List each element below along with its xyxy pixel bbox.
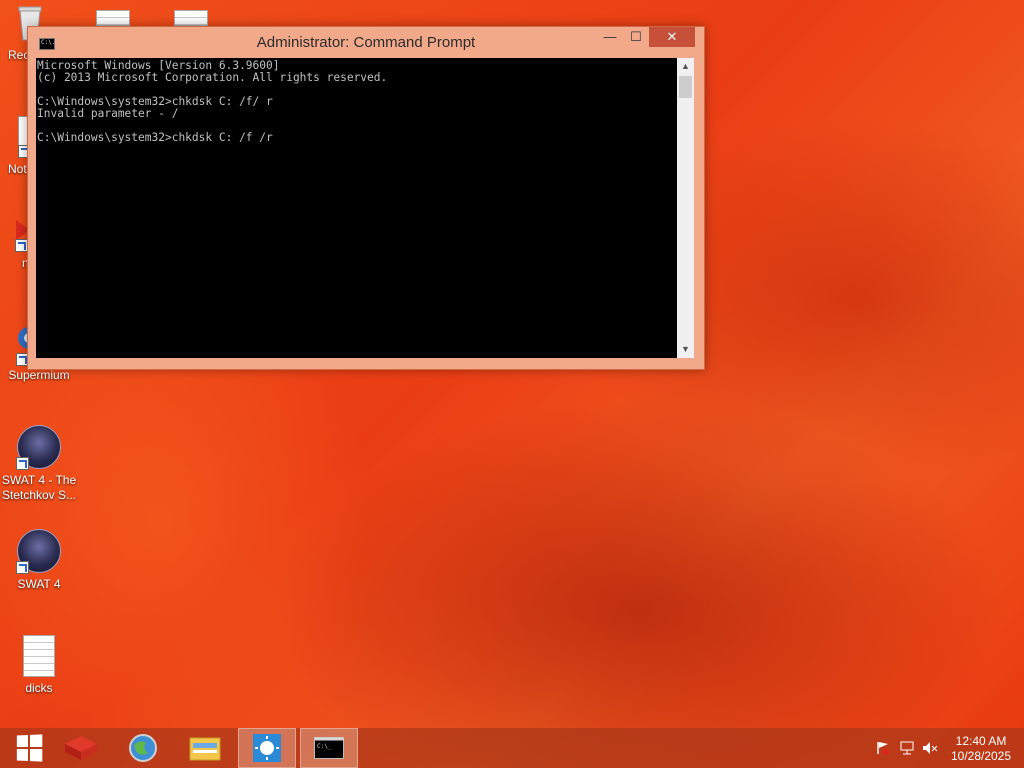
svg-text:C:\_: C:\_: [317, 743, 332, 750]
scrollbar-thumb[interactable]: [679, 76, 692, 98]
close-button[interactable]: ✕: [649, 27, 695, 47]
taskbar-browser[interactable]: [114, 728, 172, 768]
console-line: (c) 2013 Microsoft Corporation. All righ…: [37, 71, 388, 84]
taskbar-file-explorer[interactable]: [176, 728, 234, 768]
scroll-up-chevron-icon[interactable]: ▲: [677, 58, 694, 75]
volume-muted-icon[interactable]: [922, 741, 938, 755]
scroll-down-chevron-icon[interactable]: ▼: [677, 341, 694, 358]
file-icon: [174, 10, 208, 26]
swat4-game-icon: [16, 529, 61, 574]
action-center-flag-icon[interactable]: [876, 741, 890, 755]
console-text: Microsoft Windows [Version 6.3.9600] (c)…: [36, 58, 677, 146]
taskbar-app-red[interactable]: [52, 728, 110, 768]
file-icon: [96, 10, 130, 26]
desktop-icon-label: SWAT 4 - The Stetchkov S...: [1, 473, 77, 502]
command-prompt-window[interactable]: C:\. Administrator: Command Prompt — ☐ ✕…: [27, 26, 705, 370]
swat4-game-icon: [16, 425, 61, 470]
folder-icon: [189, 737, 221, 761]
network-icon[interactable]: [900, 741, 914, 755]
desktop-icon-swat4-stetchkov[interactable]: SWAT 4 - The Stetchkov S...: [1, 425, 77, 503]
desktop-icon-file-top-2[interactable]: [174, 10, 214, 26]
taskbar: C:\_ 12:40 AM 10/28/2025: [0, 728, 1024, 768]
taskbar-command-prompt[interactable]: C:\_: [300, 728, 358, 768]
desktop-icon-label: Supermium: [8, 368, 70, 382]
console-output[interactable]: Microsoft Windows [Version 6.3.9600] (c)…: [36, 58, 677, 358]
windows-logo-icon: [16, 734, 43, 762]
console-line: Invalid parameter - /: [37, 107, 179, 120]
shortcut-arrow-icon: [16, 561, 29, 574]
desktop-icon-label: dicks: [25, 681, 53, 695]
sun-app-icon: [253, 734, 281, 762]
window-titlebar[interactable]: C:\. Administrator: Command Prompt — ☐ ✕: [28, 27, 704, 57]
desktop-icon-swat4[interactable]: SWAT 4: [1, 529, 77, 592]
desktop-icon-label: SWAT 4: [17, 577, 61, 591]
globe-browser-icon: [129, 734, 157, 762]
console-line: C:\Windows\system32>chkdsk C: /f /r: [37, 131, 273, 144]
text-file-icon: [23, 635, 55, 677]
taskbar-app-blue[interactable]: [238, 728, 296, 768]
clock-time: 12:40 AM: [955, 734, 1007, 748]
vertical-scrollbar[interactable]: ▲ ▼: [677, 58, 694, 358]
red-cube-icon: [65, 736, 97, 760]
desktop-icon-dicks[interactable]: dicks: [1, 635, 77, 696]
shortcut-arrow-icon: [16, 457, 29, 470]
start-button[interactable]: [0, 728, 58, 768]
taskbar-clock[interactable]: 12:40 AM 10/28/2025: [950, 734, 1012, 764]
command-prompt-icon: C:\_: [314, 737, 344, 759]
maximize-button[interactable]: ☐: [621, 27, 651, 47]
clock-date: 10/28/2025: [950, 749, 1012, 763]
system-tray: [870, 728, 950, 768]
desktop-icon-file-top-1[interactable]: [96, 10, 136, 26]
